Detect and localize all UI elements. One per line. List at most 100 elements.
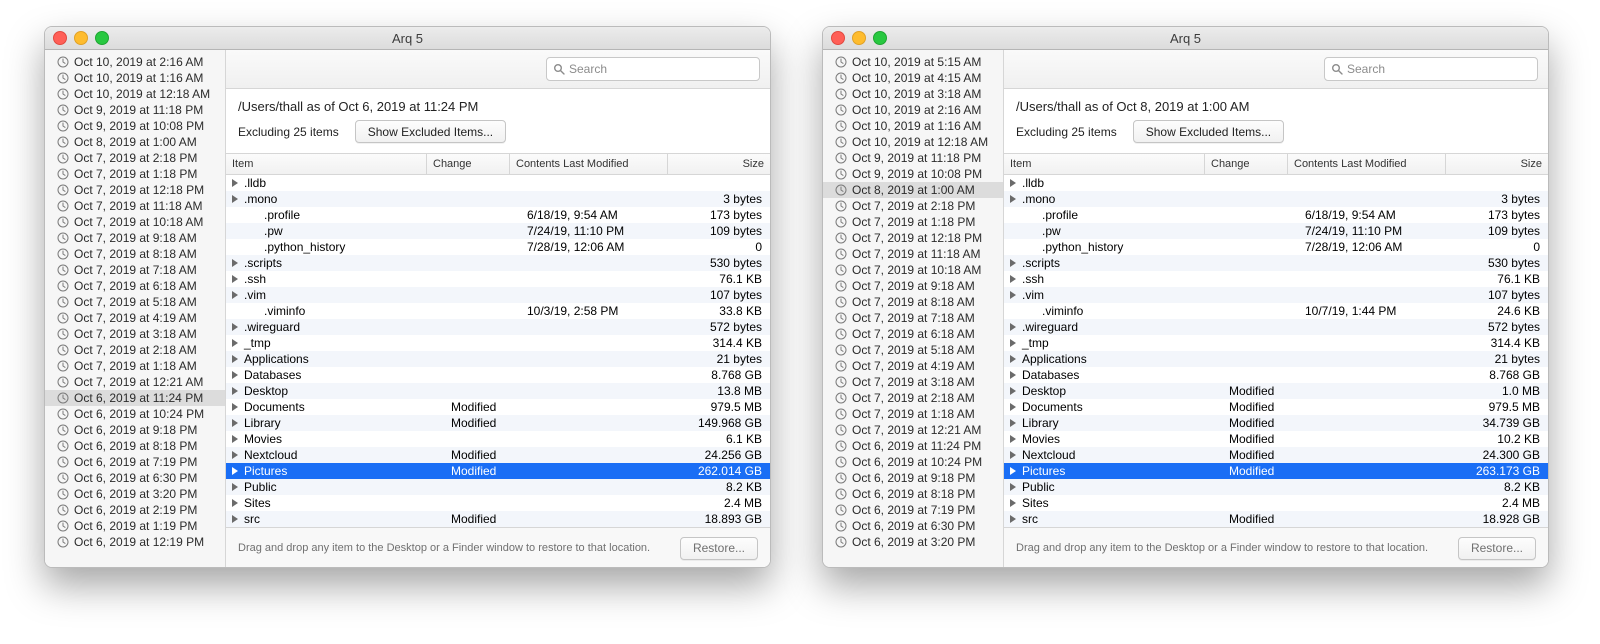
- table-row[interactable]: .wireguard572 bytes: [226, 319, 770, 335]
- table-row[interactable]: .mono3 bytes: [1004, 191, 1548, 207]
- table-row[interactable]: .lldb: [1004, 175, 1548, 191]
- disclosure-icon[interactable]: [1010, 291, 1016, 299]
- backup-item[interactable]: Oct 6, 2019 at 8:18 PM: [823, 486, 1003, 502]
- backup-item[interactable]: Oct 7, 2019 at 1:18 AM: [45, 358, 225, 374]
- disclosure-icon[interactable]: [1010, 467, 1016, 475]
- col-item[interactable]: Item: [1004, 154, 1205, 174]
- disclosure-icon[interactable]: [1010, 435, 1016, 443]
- table-row[interactable]: LibraryModified34.739 GB: [1004, 415, 1548, 431]
- table-row[interactable]: DocumentsModified979.5 MB: [1004, 399, 1548, 415]
- backup-item[interactable]: Oct 7, 2019 at 6:18 AM: [45, 278, 225, 294]
- backup-item[interactable]: Oct 7, 2019 at 2:18 PM: [823, 198, 1003, 214]
- backup-item[interactable]: Oct 7, 2019 at 5:18 AM: [823, 342, 1003, 358]
- disclosure-icon[interactable]: [1010, 355, 1016, 363]
- backup-item[interactable]: Oct 6, 2019 at 1:19 PM: [45, 518, 225, 534]
- backup-item[interactable]: Oct 10, 2019 at 5:15 AM: [823, 54, 1003, 70]
- disclosure-icon[interactable]: [232, 483, 238, 491]
- backup-item[interactable]: Oct 6, 2019 at 12:19 PM: [45, 534, 225, 550]
- table-row[interactable]: PicturesModified262.014 GB: [226, 463, 770, 479]
- backup-item[interactable]: Oct 9, 2019 at 11:18 PM: [45, 102, 225, 118]
- table-row[interactable]: Applications21 bytes: [226, 351, 770, 367]
- table-row[interactable]: .pw7/24/19, 11:10 PM109 bytes: [1004, 223, 1548, 239]
- table-row[interactable]: srcModified18.928 GB: [1004, 511, 1548, 527]
- table-row[interactable]: .python_history7/28/19, 12:06 AM0: [226, 239, 770, 255]
- backup-item[interactable]: Oct 6, 2019 at 11:24 PM: [823, 438, 1003, 454]
- disclosure-icon[interactable]: [1010, 275, 1016, 283]
- backup-item[interactable]: Oct 7, 2019 at 12:21 AM: [823, 422, 1003, 438]
- backup-item[interactable]: Oct 7, 2019 at 10:18 AM: [823, 262, 1003, 278]
- disclosure-icon[interactable]: [232, 291, 238, 299]
- disclosure-icon[interactable]: [232, 419, 238, 427]
- disclosure-icon[interactable]: [1010, 323, 1016, 331]
- backup-item[interactable]: Oct 6, 2019 at 6:30 PM: [823, 518, 1003, 534]
- table-row[interactable]: Applications21 bytes: [1004, 351, 1548, 367]
- disclosure-icon[interactable]: [1010, 339, 1016, 347]
- disclosure-icon[interactable]: [1010, 403, 1016, 411]
- show-excluded-button[interactable]: Show Excluded Items...: [1133, 120, 1284, 143]
- table-row[interactable]: Databases8.768 GB: [226, 367, 770, 383]
- disclosure-icon[interactable]: [1010, 387, 1016, 395]
- disclosure-icon[interactable]: [232, 451, 238, 459]
- backup-item[interactable]: Oct 7, 2019 at 2:18 PM: [45, 150, 225, 166]
- backup-item[interactable]: Oct 6, 2019 at 9:18 PM: [823, 470, 1003, 486]
- table-row[interactable]: _tmp314.4 KB: [226, 335, 770, 351]
- table-row[interactable]: _tmp314.4 KB: [1004, 335, 1548, 351]
- table-row[interactable]: NextcloudModified24.300 GB: [1004, 447, 1548, 463]
- backup-item[interactable]: Oct 6, 2019 at 8:18 PM: [45, 438, 225, 454]
- disclosure-icon[interactable]: [232, 435, 238, 443]
- backup-item[interactable]: Oct 7, 2019 at 9:18 AM: [45, 230, 225, 246]
- table-row[interactable]: NextcloudModified24.256 GB: [226, 447, 770, 463]
- disclosure-icon[interactable]: [232, 339, 238, 347]
- table-row[interactable]: .viminfo10/3/19, 2:58 PM33.8 KB: [226, 303, 770, 319]
- disclosure-icon[interactable]: [232, 323, 238, 331]
- backup-item[interactable]: Oct 7, 2019 at 3:18 AM: [823, 374, 1003, 390]
- backup-item[interactable]: Oct 9, 2019 at 10:08 PM: [823, 166, 1003, 182]
- col-modified[interactable]: Contents Last Modified: [510, 154, 668, 174]
- disclosure-icon[interactable]: [1010, 419, 1016, 427]
- backup-item[interactable]: Oct 10, 2019 at 2:16 AM: [823, 102, 1003, 118]
- backup-item[interactable]: Oct 7, 2019 at 5:18 AM: [45, 294, 225, 310]
- disclosure-icon[interactable]: [232, 179, 238, 187]
- backup-item[interactable]: Oct 7, 2019 at 10:18 AM: [45, 214, 225, 230]
- backup-item[interactable]: Oct 10, 2019 at 1:16 AM: [823, 118, 1003, 134]
- backup-item[interactable]: Oct 7, 2019 at 2:18 AM: [45, 342, 225, 358]
- disclosure-icon[interactable]: [232, 515, 238, 523]
- backup-item[interactable]: Oct 6, 2019 at 3:20 PM: [45, 486, 225, 502]
- backup-item[interactable]: Oct 9, 2019 at 11:18 PM: [823, 150, 1003, 166]
- disclosure-icon[interactable]: [1010, 195, 1016, 203]
- backup-item[interactable]: Oct 7, 2019 at 2:18 AM: [823, 390, 1003, 406]
- disclosure-icon[interactable]: [1010, 483, 1016, 491]
- table-row[interactable]: Movies6.1 KB: [226, 431, 770, 447]
- backup-item[interactable]: Oct 10, 2019 at 12:18 AM: [823, 134, 1003, 150]
- backup-item[interactable]: Oct 7, 2019 at 4:19 AM: [823, 358, 1003, 374]
- col-item[interactable]: Item: [226, 154, 427, 174]
- backup-item[interactable]: Oct 7, 2019 at 7:18 AM: [823, 310, 1003, 326]
- backup-item[interactable]: Oct 10, 2019 at 3:18 AM: [823, 86, 1003, 102]
- table-row[interactable]: .profile6/18/19, 9:54 AM173 bytes: [226, 207, 770, 223]
- show-excluded-button[interactable]: Show Excluded Items...: [355, 120, 506, 143]
- table-row[interactable]: .vim107 bytes: [226, 287, 770, 303]
- table-row[interactable]: .wireguard572 bytes: [1004, 319, 1548, 335]
- table-row[interactable]: .vim107 bytes: [1004, 287, 1548, 303]
- backup-item[interactable]: Oct 6, 2019 at 11:24 PM: [45, 390, 225, 406]
- backup-item[interactable]: Oct 9, 2019 at 10:08 PM: [45, 118, 225, 134]
- table-row[interactable]: LibraryModified149.968 GB: [226, 415, 770, 431]
- col-modified[interactable]: Contents Last Modified: [1288, 154, 1446, 174]
- minimize-icon[interactable]: [852, 31, 866, 45]
- backup-item[interactable]: Oct 6, 2019 at 2:19 PM: [45, 502, 225, 518]
- table-row[interactable]: MoviesModified10.2 KB: [1004, 431, 1548, 447]
- table-row[interactable]: DesktopModified1.0 MB: [1004, 383, 1548, 399]
- backup-item[interactable]: Oct 7, 2019 at 12:21 AM: [45, 374, 225, 390]
- backup-item[interactable]: Oct 7, 2019 at 8:18 AM: [45, 246, 225, 262]
- zoom-icon[interactable]: [873, 31, 887, 45]
- backup-item[interactable]: Oct 10, 2019 at 2:16 AM: [45, 54, 225, 70]
- file-table[interactable]: .lldb.mono3 bytes.profile6/18/19, 9:54 A…: [226, 175, 770, 527]
- disclosure-icon[interactable]: [232, 259, 238, 267]
- zoom-icon[interactable]: [95, 31, 109, 45]
- backup-item[interactable]: Oct 7, 2019 at 6:18 AM: [823, 326, 1003, 342]
- disclosure-icon[interactable]: [232, 371, 238, 379]
- table-row[interactable]: .mono3 bytes: [226, 191, 770, 207]
- disclosure-icon[interactable]: [1010, 179, 1016, 187]
- disclosure-icon[interactable]: [232, 499, 238, 507]
- close-icon[interactable]: [831, 31, 845, 45]
